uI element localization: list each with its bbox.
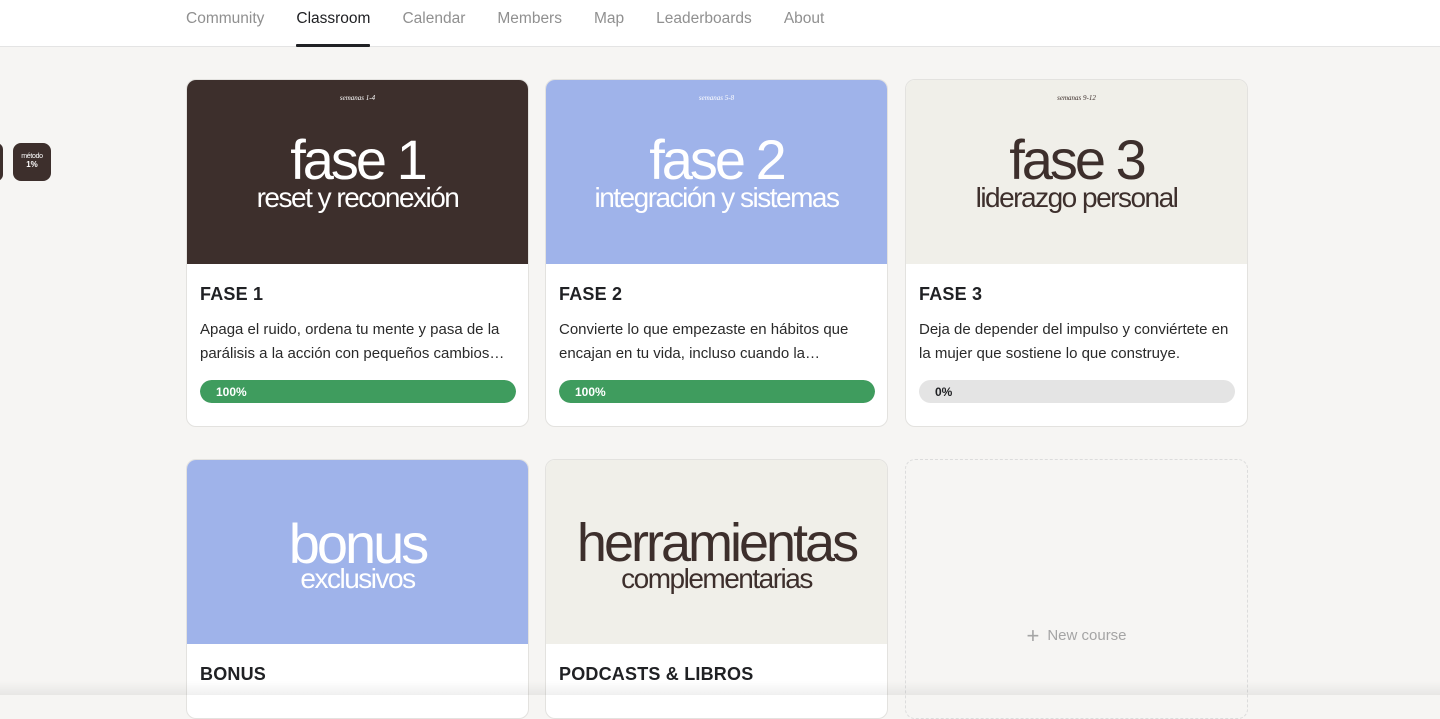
group-icon-percent: 1% bbox=[13, 161, 51, 169]
progress-fill bbox=[200, 380, 516, 403]
group-icon-partial[interactable] bbox=[0, 143, 3, 181]
group-icon-metodo[interactable]: método 1% bbox=[13, 143, 51, 181]
tab-calendar[interactable]: Calendar bbox=[402, 0, 465, 47]
course-cover: bonus exclusivos bbox=[187, 460, 528, 644]
course-title: BONUS bbox=[200, 664, 515, 685]
course-cover: herramientas complementarias bbox=[546, 460, 887, 644]
progress-fill bbox=[559, 380, 875, 403]
progress-bar: 100% bbox=[200, 380, 516, 403]
group-icon-label: método bbox=[13, 153, 51, 160]
course-title: FASE 2 bbox=[559, 284, 874, 305]
course-card-bonus[interactable]: bonus exclusivos BONUS bbox=[186, 459, 529, 719]
cover-title: fase 2 bbox=[546, 132, 887, 188]
course-cover: semanas 9-12 fase 3 liderazgo personal bbox=[906, 80, 1247, 264]
tab-map[interactable]: Map bbox=[594, 0, 624, 47]
course-card-fase-1[interactable]: semanas 1-4 fase 1 reset y reconexión FA… bbox=[186, 79, 529, 427]
tab-community[interactable]: Community bbox=[186, 0, 264, 47]
cover-title: fase 3 bbox=[906, 132, 1247, 188]
new-course-button[interactable]: + New course bbox=[905, 459, 1248, 719]
course-card-fase-2[interactable]: semanas 5-8 fase 2 integración y sistema… bbox=[545, 79, 888, 427]
course-description: Deja de depender del impulso y conviérte… bbox=[919, 318, 1234, 366]
cover-subtitle: reset y reconexión bbox=[187, 184, 528, 212]
cover-subtitle: exclusivos bbox=[187, 565, 528, 593]
progress-label: 0% bbox=[935, 385, 952, 399]
progress-bar: 0% bbox=[919, 380, 1235, 403]
cover-title: herramientas bbox=[546, 516, 887, 570]
tab-leaderboards[interactable]: Leaderboards bbox=[656, 0, 752, 47]
cover-weeks: semanas 1-4 bbox=[187, 94, 528, 102]
course-cover: semanas 1-4 fase 1 reset y reconexión bbox=[187, 80, 528, 264]
tab-classroom[interactable]: Classroom bbox=[296, 0, 370, 47]
cover-weeks: semanas 9-12 bbox=[906, 94, 1247, 102]
course-card-podcasts-libros[interactable]: herramientas complementarias PODCASTS & … bbox=[545, 459, 888, 719]
cover-subtitle: integración y sistemas bbox=[546, 184, 887, 212]
top-nav: Community Classroom Calendar Members Map… bbox=[0, 0, 1440, 47]
tab-bar: Community Classroom Calendar Members Map… bbox=[186, 0, 824, 47]
cover-weeks: semanas 5-8 bbox=[546, 94, 887, 102]
plus-icon: + bbox=[1026, 623, 1039, 648]
progress-label: 100% bbox=[216, 385, 247, 399]
cover-subtitle: liderazgo personal bbox=[906, 184, 1247, 212]
cover-subtitle: complementarias bbox=[546, 565, 887, 593]
course-title: FASE 3 bbox=[919, 284, 1234, 305]
course-description: Apaga el ruido, ordena tu mente y pasa d… bbox=[200, 318, 515, 366]
course-title: FASE 1 bbox=[200, 284, 515, 305]
tab-about[interactable]: About bbox=[784, 0, 825, 47]
tab-members[interactable]: Members bbox=[497, 0, 562, 47]
course-title: PODCASTS & LIBROS bbox=[559, 664, 874, 685]
cover-title: fase 1 bbox=[187, 132, 528, 188]
course-cover: semanas 5-8 fase 2 integración y sistema… bbox=[546, 80, 887, 264]
course-card-fase-3[interactable]: semanas 9-12 fase 3 liderazgo personal F… bbox=[905, 79, 1248, 427]
course-description: Convierte lo que empezaste en hábitos qu… bbox=[559, 318, 874, 366]
new-course-label: New course bbox=[1047, 627, 1126, 644]
progress-label: 100% bbox=[575, 385, 606, 399]
progress-bar: 100% bbox=[559, 380, 875, 403]
